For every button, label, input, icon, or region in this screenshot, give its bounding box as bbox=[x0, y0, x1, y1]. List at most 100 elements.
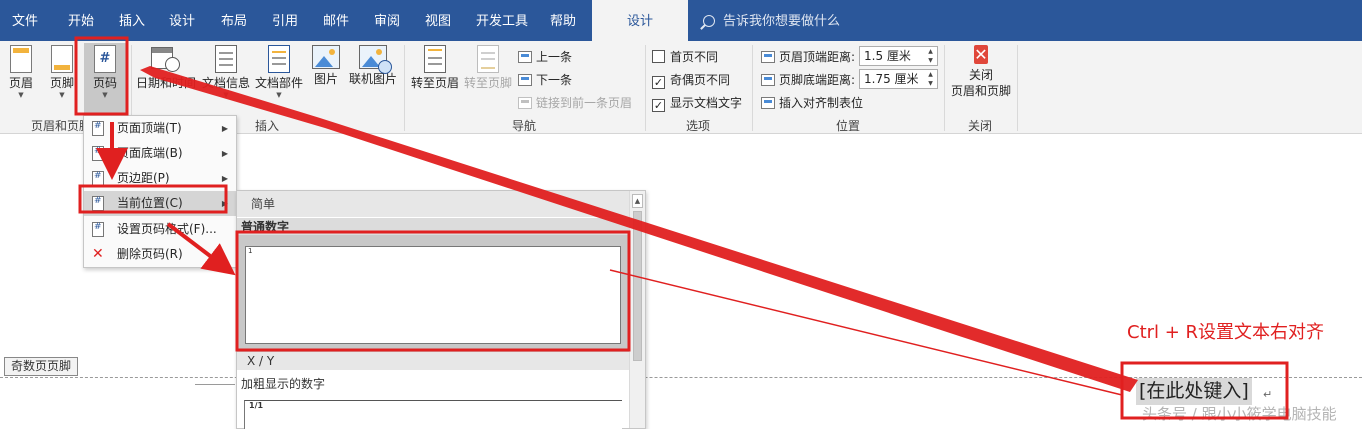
tab-insert[interactable]: 插入 bbox=[119, 0, 145, 41]
tab-mailings[interactable]: 邮件 bbox=[323, 0, 349, 41]
group-label-header-footer: 页眉和页脚 bbox=[31, 119, 92, 133]
menu-item-current-position[interactable]: 当前位置(C) ▶ bbox=[84, 191, 236, 216]
footer-placeholder-text[interactable]: [在此处键入] bbox=[1136, 378, 1252, 405]
tab-view[interactable]: 视图 bbox=[425, 0, 451, 41]
quick-parts-icon bbox=[268, 45, 290, 73]
footer-position-icon bbox=[761, 74, 775, 86]
footer-from-bottom-input[interactable]: 1.75 厘米 ▲ ▼ bbox=[859, 69, 938, 89]
pictures-button[interactable]: 图片 bbox=[310, 45, 342, 87]
footer-from-bottom-label-wrap: 页脚底端距离: bbox=[761, 71, 855, 88]
different-odd-even-checkbox[interactable]: ✓ 奇偶页不同 bbox=[652, 71, 730, 89]
gallery-scrollbar[interactable]: ▲ bbox=[629, 191, 645, 428]
scroll-up-icon[interactable]: ▲ bbox=[632, 194, 643, 208]
chevron-down-icon: ▼ bbox=[59, 91, 65, 99]
annotation-text: Ctrl + R设置文本右对齐 bbox=[1127, 322, 1325, 343]
tab-references[interactable]: 引用 bbox=[272, 0, 298, 41]
online-pictures-button[interactable]: 联机图片 bbox=[347, 45, 399, 87]
footer-from-bottom-label: 页脚底端距离: bbox=[779, 73, 856, 87]
group-separator bbox=[1017, 45, 1018, 131]
quick-parts-button[interactable]: 文档部件 ▼ bbox=[254, 45, 304, 99]
menu-item-top-of-page[interactable]: 页面顶端(T) ▶ bbox=[84, 116, 236, 141]
close-label-line1: 关闭 bbox=[968, 68, 993, 82]
spinner-arrows-icon[interactable]: ▲ ▼ bbox=[926, 47, 935, 65]
insert-alignment-tab-button[interactable]: 插入对齐制表位 bbox=[761, 94, 863, 111]
tab-layout[interactable]: 布局 bbox=[221, 0, 247, 41]
goto-footer-label: 转至页脚 bbox=[463, 76, 512, 90]
goto-footer-button[interactable]: 转至页脚 bbox=[462, 45, 514, 91]
tab-home[interactable]: 开始 bbox=[68, 0, 94, 41]
link-previous-label: 链接到前一条页眉 bbox=[536, 96, 633, 110]
previous-label: 上一条 bbox=[536, 50, 573, 64]
current-position-gallery: 简单 普通数字 1 X / Y 加粗显示的数字 1/1 ▲ bbox=[236, 190, 646, 429]
menu-item-bottom-of-page[interactable]: 页面底端(B) ▶ bbox=[84, 141, 236, 166]
gallery-section-bold-numbers: 加粗显示的数字 bbox=[237, 375, 629, 393]
tell-me-search[interactable]: 告诉我你想要做什么 bbox=[703, 0, 840, 41]
tab-developer[interactable]: 开发工具 bbox=[476, 0, 528, 41]
quick-parts-label: 文档部件 bbox=[254, 76, 303, 90]
goto-header-button[interactable]: 转至页眉 bbox=[410, 45, 460, 91]
page-header-icon bbox=[10, 45, 32, 73]
header-from-top-value: 1.5 厘米 bbox=[864, 49, 911, 63]
header-from-top-input[interactable]: 1.5 厘米 ▲ ▼ bbox=[859, 46, 938, 66]
insert-alignment-tab-label: 插入对齐制表位 bbox=[779, 96, 864, 110]
goto-header-label: 转至页眉 bbox=[410, 76, 459, 90]
page-footer-icon bbox=[51, 45, 73, 73]
link-previous-button[interactable]: 链接到前一条页眉 bbox=[518, 94, 632, 111]
submenu-arrow-icon: ▶ bbox=[221, 174, 228, 183]
group-separator bbox=[752, 45, 753, 131]
submenu-arrow-icon: ▶ bbox=[221, 124, 228, 133]
menu-item-format-page-numbers[interactable]: 设置页码格式(F)... bbox=[84, 217, 236, 242]
group-separator bbox=[944, 45, 945, 131]
next-section-icon bbox=[518, 74, 532, 86]
previous-section-icon bbox=[518, 51, 532, 63]
tab-help[interactable]: 帮助 bbox=[550, 0, 576, 41]
paragraph-mark: ↵ bbox=[1263, 388, 1273, 401]
different-first-page-checkbox[interactable]: 首页不同 bbox=[652, 48, 718, 65]
close-header-footer-button[interactable]: ✕ 关闭 页眉和页脚 bbox=[948, 43, 1014, 99]
chevron-down-icon: ▼ bbox=[276, 91, 282, 99]
picture-icon bbox=[312, 45, 340, 69]
goto-header-icon bbox=[424, 45, 446, 73]
group-label-position: 位置 bbox=[836, 119, 861, 133]
date-time-button[interactable]: 日期和时间 bbox=[136, 45, 196, 91]
checkmark-icon: ✓ bbox=[652, 76, 665, 89]
gallery-item-bold-numbers[interactable]: 1/1 bbox=[244, 400, 622, 429]
doc-info-button[interactable]: 文档信息 ▼ bbox=[200, 45, 252, 99]
show-document-text-checkbox[interactable]: ✓ 显示文档文字 bbox=[652, 94, 742, 112]
chevron-down-icon: ▼ bbox=[102, 91, 108, 99]
page-number-icon bbox=[92, 121, 104, 136]
page-number-icon: # bbox=[94, 45, 116, 73]
calendar-clock-icon bbox=[151, 45, 181, 73]
gallery-item-plain-number[interactable]: 1 bbox=[237, 235, 629, 353]
submenu-arrow-icon: ▶ bbox=[221, 149, 228, 158]
previous-button[interactable]: 上一条 bbox=[518, 48, 572, 65]
tab-file[interactable]: 文件 bbox=[12, 0, 38, 41]
checkmark-icon: ✓ bbox=[652, 99, 665, 112]
next-button[interactable]: 下一条 bbox=[518, 71, 572, 88]
footer-boundary-line bbox=[195, 384, 235, 385]
gallery-category-simple: 简单 bbox=[237, 191, 629, 217]
different-first-page-label: 首页不同 bbox=[670, 50, 719, 64]
tell-me-text: 告诉我你想要做什么 bbox=[723, 14, 841, 29]
tab-header-footer-design[interactable]: 设计 bbox=[592, 0, 688, 41]
doc-info-label: 文档信息 bbox=[201, 76, 250, 90]
menu-item-page-margins[interactable]: 页边距(P) ▶ bbox=[84, 166, 236, 191]
spinner-arrows-icon[interactable]: ▲ ▼ bbox=[926, 70, 935, 88]
page-number-icon bbox=[92, 171, 104, 186]
menu-item-remove-page-numbers[interactable]: ✕ 删除页码(R) bbox=[84, 242, 236, 267]
group-label-options: 选项 bbox=[686, 119, 711, 133]
chevron-down-icon: ▼ bbox=[18, 91, 24, 99]
header-from-top-label: 页眉顶端距离: bbox=[779, 50, 856, 64]
gallery-section-plain-number: 普通数字 bbox=[237, 218, 629, 236]
gallery-section-x-of-y: X / Y bbox=[237, 352, 629, 370]
tab-review[interactable]: 审阅 bbox=[374, 0, 400, 41]
different-odd-even-label: 奇偶页不同 bbox=[670, 73, 731, 87]
alignment-tab-icon bbox=[761, 97, 775, 109]
footer-button[interactable]: 页脚 ▼ bbox=[47, 45, 77, 99]
page-number-button[interactable]: # 页码 ▼ bbox=[84, 43, 126, 116]
header-button[interactable]: 页眉 ▼ bbox=[6, 45, 36, 99]
tab-design[interactable]: 设计 bbox=[169, 0, 195, 41]
scrollbar-thumb[interactable] bbox=[633, 211, 642, 361]
menu-item-label: 删除页码(R) bbox=[117, 247, 183, 261]
next-label: 下一条 bbox=[536, 73, 573, 87]
